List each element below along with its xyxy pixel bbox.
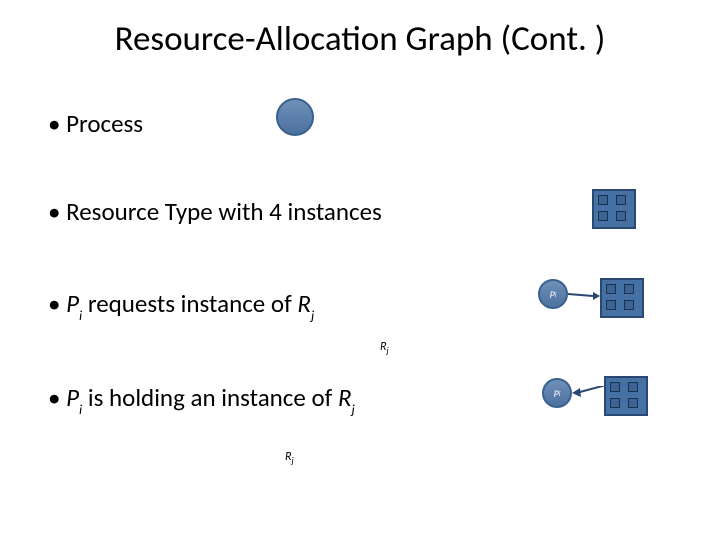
instance-dot-icon (628, 382, 638, 392)
assignment-arrow-icon (570, 386, 608, 400)
pi-label-i: i (559, 389, 561, 398)
rj-j: j (352, 401, 355, 418)
resource-box-4-icon (592, 189, 636, 229)
process-circle-icon (276, 98, 314, 136)
instance-dot-icon (624, 300, 634, 310)
bullet-holding: Pi is holding an instance of Rj (48, 382, 355, 416)
holding-mid: is holding an instance of (82, 382, 338, 413)
rj-r: R (297, 288, 311, 319)
slide-title: Resource-Allocation Graph (Cont. ) (0, 18, 720, 60)
resource-box-holding-icon (604, 376, 648, 416)
pi-p: P (66, 288, 79, 319)
instance-dot-icon (624, 284, 634, 294)
pi-i: i (79, 401, 82, 418)
bullet-requests: Pi requests instance of Rj (48, 288, 314, 322)
bullet-process: Process (48, 108, 143, 139)
pi-label-i: i (555, 290, 557, 299)
pi-process-circle-icon: Pi (542, 378, 572, 408)
instance-dot-icon (610, 398, 620, 408)
rj-label-holding: Rj (285, 450, 294, 466)
request-arrow-icon (566, 290, 602, 302)
bullet-resource-type: Resource Type with 4 instances (48, 196, 382, 227)
instance-dot-icon (628, 398, 638, 408)
pi-process-circle-icon: Pi (538, 279, 568, 309)
pi-p: P (66, 382, 79, 413)
rj-j: j (292, 455, 294, 466)
bullet-resource-type-text: Resource Type with 4 instances (66, 196, 382, 227)
instance-dot-icon (616, 211, 626, 221)
rj-j: j (387, 345, 389, 356)
rj-j: j (311, 307, 314, 324)
pi-i: i (79, 307, 82, 324)
instance-dot-icon (598, 211, 608, 221)
bullet-process-text: Process (66, 108, 143, 139)
instance-dot-icon (606, 284, 616, 294)
requests-mid: requests instance of (82, 288, 297, 319)
rj-label-requests: Rj (380, 340, 389, 356)
instance-dot-icon (598, 195, 608, 205)
instance-dot-icon (616, 195, 626, 205)
instance-dot-icon (610, 382, 620, 392)
instance-dot-icon (606, 300, 616, 310)
rj-r: R (338, 382, 352, 413)
resource-box-requests-icon (600, 278, 644, 318)
